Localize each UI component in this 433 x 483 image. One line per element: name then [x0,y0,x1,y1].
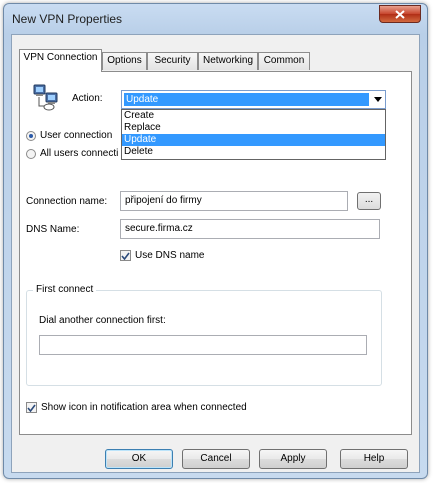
all-users-connection-radio[interactable]: All users connecti [26,148,118,159]
use-dns-name-checkbox[interactable]: Use DNS name [120,250,204,261]
connection-name-label: Connection name: [26,196,108,207]
checkbox-label: Show icon in notification area when conn… [41,402,247,413]
cancel-button[interactable]: Cancel [182,449,250,469]
action-label: Action: [72,93,103,104]
tab-options[interactable]: Options [102,52,147,70]
action-option-delete[interactable]: Delete [122,146,385,158]
radio-label: All users connecti [40,148,119,159]
dialog-client: VPN Connection Options Security Networki… [11,34,420,473]
network-computers-icon [33,84,58,111]
action-option-create[interactable]: Create [122,110,385,122]
help-button[interactable]: Help [340,449,408,469]
action-dropdown-list: Create Replace Update Delete [121,109,386,160]
tab-security[interactable]: Security [147,52,198,70]
action-select-value: Update [124,93,369,106]
action-option-update[interactable]: Update [122,134,385,146]
tab-label: Networking [202,55,254,66]
dialog-window: New VPN Properties VPN Connection Option… [3,3,428,479]
radio-indicator [26,130,36,141]
action-select[interactable]: Update [121,90,386,109]
close-button[interactable] [379,5,421,23]
radio-indicator [26,148,36,159]
close-icon [395,9,405,19]
title-bar[interactable]: New VPN Properties [4,4,427,34]
apply-button[interactable]: Apply [259,449,327,469]
tab-label: Common [263,55,305,66]
browse-connection-button[interactable]: ... [357,192,381,210]
window-title: New VPN Properties [12,12,123,26]
ok-button[interactable]: OK [105,449,173,469]
tab-label: Security [154,55,191,66]
checkmark-icon [27,404,36,412]
vpn-connection-panel: Action: Update Create Replace Update Del… [19,71,412,435]
show-notification-icon-checkbox[interactable]: Show icon in notification area when conn… [26,402,247,413]
dial-another-connection-label: Dial another connection first: [39,315,166,326]
dial-another-connection-field[interactable] [39,335,367,355]
user-connection-radio[interactable]: User connection [26,130,112,141]
radio-label: User connection [40,130,113,141]
tab-label: VPN Connection [23,52,98,63]
checkbox-label: Use DNS name [135,250,205,261]
tab-common[interactable]: Common [258,52,310,70]
first-connect-group: First connect Dial another connection fi… [26,284,382,386]
checkmark-icon [121,252,130,260]
dns-name-label: DNS Name: [26,224,80,235]
connection-name-field[interactable]: připojení do firmy [120,191,348,211]
chevron-down-icon [374,97,382,102]
checkbox-box [26,402,37,413]
checkbox-box [120,250,131,261]
tab-label: Options [107,55,142,66]
tab-vpn-connection[interactable]: VPN Connection [19,49,102,72]
dns-name-field[interactable]: secure.firma.cz [120,219,380,239]
first-connect-legend: First connect [33,284,97,295]
action-option-replace[interactable]: Replace [122,122,385,134]
tab-networking[interactable]: Networking [198,52,258,70]
